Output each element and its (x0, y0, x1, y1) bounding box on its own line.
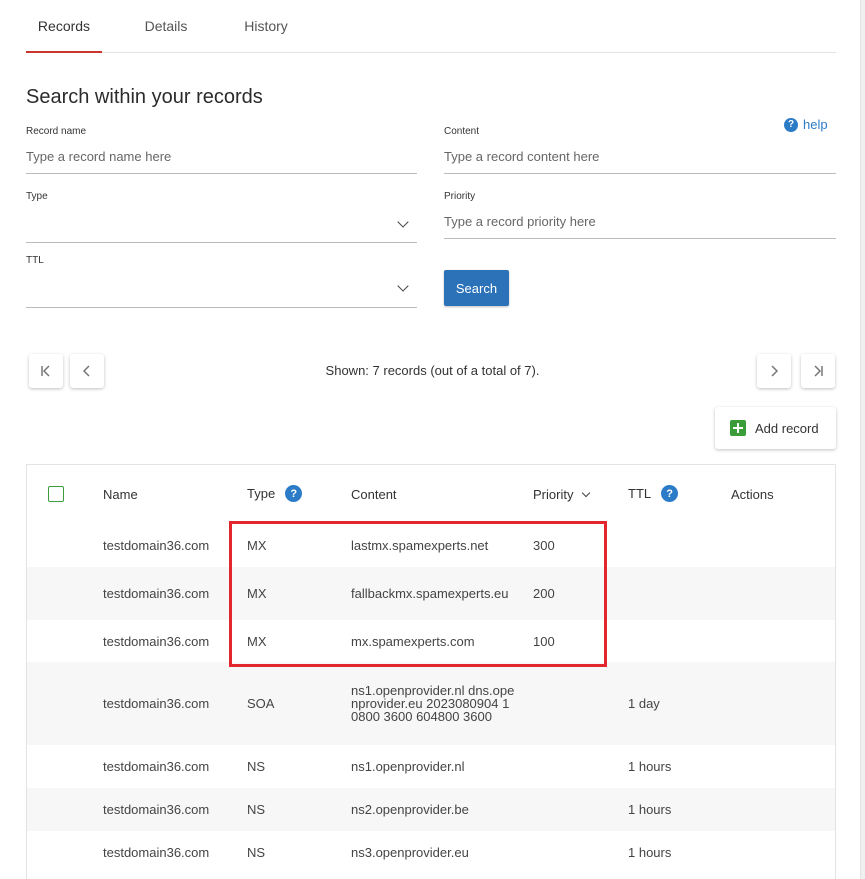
records-shown-text: Shown: 7 records (out of a total of 7). (325, 363, 540, 378)
ttl-help-icon[interactable]: ? (661, 485, 679, 502)
cell-priority: 200 (533, 586, 555, 601)
cell-ttl: 1 hours (628, 802, 672, 817)
cell-content: fallbackmx.spamexperts.eu (351, 586, 509, 601)
type-field: Type (26, 191, 417, 243)
column-header-actions: Actions (731, 487, 774, 502)
table-row: testdomain36.com NS ns3.openprovider.eu … (27, 831, 835, 874)
cell-type: NS (247, 802, 266, 817)
add-record-button[interactable]: Add record (715, 407, 836, 449)
cell-ttl: 1 hours (628, 845, 672, 860)
tab-bar: Records Details History (26, 0, 836, 53)
column-header-ttl: TTL ? (628, 485, 679, 502)
table-row: testdomain36.com MX mx.spamexperts.com 1… (27, 620, 835, 662)
cell-ttl: 1 day (628, 696, 660, 711)
cell-content: ns3.openprovider.eu (351, 845, 469, 860)
ttl-label: TTL (26, 255, 44, 266)
tab-details[interactable]: Details (136, 0, 196, 53)
record-name-field: Record name (26, 126, 417, 174)
content-input[interactable] (444, 140, 836, 174)
content-label: Content (444, 126, 480, 137)
table-header: Name Type ? Content Priority TTL ? Actio… (27, 465, 835, 523)
type-help-icon[interactable]: ? (285, 485, 303, 502)
chevron-down-icon (397, 280, 409, 292)
priority-input[interactable] (444, 205, 836, 239)
records-table: Name Type ? Content Priority TTL ? Actio… (26, 464, 836, 879)
column-header-content: Content (351, 487, 397, 502)
cell-content: ns1.openprovider.nl dns.openprovider.eu … (351, 683, 515, 724)
type-label: Type (26, 191, 48, 202)
column-header-priority[interactable]: Priority (533, 487, 591, 502)
cell-type: SOA (247, 696, 275, 711)
cell-type: NS (247, 759, 266, 774)
sort-chevron-down-icon (582, 488, 591, 498)
tab-history[interactable]: History (236, 0, 296, 53)
cell-type: MX (247, 633, 267, 649)
record-name-input[interactable] (26, 140, 417, 174)
cell-name: testdomain36.com (103, 633, 210, 649)
tab-records[interactable]: Records (26, 0, 102, 53)
page-scrollbar[interactable] (860, 0, 865, 879)
chevron-right-icon (771, 365, 779, 377)
table-row: testdomain36.com NS ns1.openprovider.nl … (27, 745, 835, 788)
cell-priority: 300 (533, 537, 555, 553)
ttl-field: TTL (26, 255, 417, 308)
cell-type: NS (247, 845, 266, 860)
table-row: testdomain36.com MX fallbackmx.spamexper… (27, 567, 835, 620)
cell-type: MX (247, 537, 267, 553)
cell-name: testdomain36.com (103, 845, 210, 860)
cell-type: MX (247, 586, 267, 601)
column-header-type: Type ? (247, 485, 303, 502)
cell-name: testdomain36.com (103, 802, 210, 817)
cell-content: mx.spamexperts.com (351, 633, 475, 649)
cell-name: testdomain36.com (103, 696, 210, 711)
cell-content: lastmx.spamexperts.net (351, 537, 489, 553)
cell-name: testdomain36.com (103, 537, 210, 553)
priority-label: Priority (444, 191, 476, 202)
plus-icon (730, 420, 746, 436)
ttl-select[interactable] (26, 269, 417, 308)
cell-priority: 100 (533, 633, 555, 649)
cell-content: ns1.openprovider.nl (351, 759, 465, 774)
record-name-label: Record name (26, 126, 87, 137)
last-page-button[interactable] (801, 354, 835, 388)
priority-field: Priority (444, 191, 836, 239)
column-header-name: Name (103, 487, 138, 502)
cell-name: testdomain36.com (103, 759, 210, 774)
table-row: testdomain36.com NS ns2.openprovider.be … (27, 788, 835, 831)
add-record-label: Add record (755, 420, 819, 436)
cell-ttl: 1 hours (628, 759, 672, 774)
search-button[interactable]: Search (444, 270, 509, 306)
chevron-down-icon (397, 215, 409, 228)
cell-name: testdomain36.com (103, 586, 210, 601)
last-page-icon (814, 365, 823, 377)
type-select[interactable] (26, 205, 417, 243)
table-row: testdomain36.com MX lastmx.spamexperts.n… (27, 523, 835, 567)
search-section-title: Search within your records (26, 86, 263, 108)
select-all-checkbox[interactable] (48, 486, 64, 502)
next-page-button[interactable] (757, 354, 791, 388)
table-row: testdomain36.com SOA ns1.openprovider.nl… (27, 662, 835, 745)
content-field: Content (444, 126, 836, 174)
cell-content: ns2.openprovider.be (351, 802, 469, 817)
